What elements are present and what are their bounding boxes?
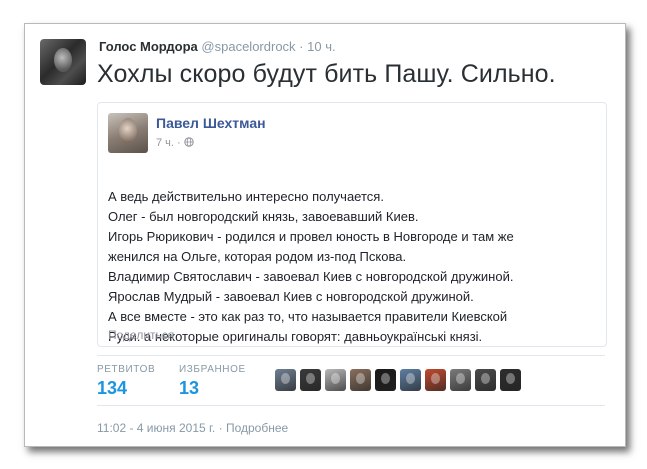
quoted-line: Руси. а некоторые оригиналы говорят: дав… bbox=[108, 329, 483, 344]
quoted-line: Владимир Святославич - завоевал Киев с н… bbox=[108, 269, 514, 284]
quoted-line: Ярослав Мудрый - завоевал Киев с новгоро… bbox=[108, 289, 474, 304]
tweet-footer: 11:02 - 4 июня 2015 г. · Подробнее bbox=[97, 421, 288, 435]
author-avatar[interactable] bbox=[40, 39, 86, 85]
quoted-line: Игорь Рюрикович - родился и провел юност… bbox=[108, 229, 514, 244]
favorites-count[interactable]: 13 bbox=[179, 378, 199, 399]
person-avatar[interactable] bbox=[400, 369, 421, 391]
quoted-post[interactable]: Павел Шехтман 7 ч. · А ведь действительн… bbox=[97, 102, 607, 347]
city-skyline-avatar[interactable] bbox=[275, 369, 296, 391]
quoted-post-meta: 7 ч. · bbox=[156, 137, 194, 149]
person-avatar[interactable] bbox=[425, 369, 446, 391]
retweets-label[interactable]: РЕТВИТОВ bbox=[97, 364, 155, 375]
quoted-post-time[interactable]: 7 ч. bbox=[156, 137, 174, 149]
tweet-datetime: 11:02 - 4 июня 2015 г. bbox=[97, 421, 216, 435]
tweet-time[interactable]: 10 ч. bbox=[307, 39, 335, 54]
footer-separator: · bbox=[218, 421, 223, 435]
dark-logo-avatar[interactable] bbox=[375, 369, 396, 391]
retweets-count[interactable]: 134 bbox=[97, 378, 127, 399]
author-name[interactable]: Голос Мордора bbox=[99, 39, 198, 54]
person-avatar[interactable] bbox=[450, 369, 471, 391]
quoted-meta-separator: · bbox=[177, 137, 181, 149]
stats-divider-bottom bbox=[97, 405, 605, 406]
tweet-header: Голос Мордора @spacelordrock · 10 ч. bbox=[99, 39, 336, 54]
author-handle[interactable]: @spacelordrock bbox=[201, 39, 295, 54]
quoted-line: женился на Ольге, которая родом из-под П… bbox=[108, 249, 407, 264]
person-avatar[interactable] bbox=[300, 369, 321, 391]
favorites-label[interactable]: ИЗБРАННОЕ bbox=[179, 364, 246, 375]
quoted-line: А все вместе - это как раз то, что назыв… bbox=[108, 309, 508, 324]
tweet-card: Голос Мордора @spacelordrock · 10 ч. Хох… bbox=[24, 23, 626, 447]
person-avatar[interactable] bbox=[475, 369, 496, 391]
stats-divider-top bbox=[97, 355, 605, 356]
person-avatar[interactable] bbox=[350, 369, 371, 391]
globe-icon bbox=[184, 137, 194, 147]
moon-avatar[interactable] bbox=[500, 369, 521, 391]
header-separator: · bbox=[299, 39, 304, 54]
quoted-post-body: А ведь действительно интересно получаетс… bbox=[108, 187, 603, 347]
quoted-author-avatar[interactable] bbox=[108, 113, 148, 153]
quoted-line: Олег - был новгородский князь, завоевавш… bbox=[108, 209, 419, 224]
quoted-line: А ведь действительно интересно получаетс… bbox=[108, 189, 384, 204]
quoted-author-name[interactable]: Павел Шехтман bbox=[156, 115, 266, 131]
share-link[interactable]: Поделиться bbox=[108, 328, 174, 342]
person-avatar[interactable] bbox=[325, 369, 346, 391]
details-link[interactable]: Подробнее bbox=[226, 421, 288, 435]
tweet-text: Хохлы скоро будут бить Пашу. Сильно. bbox=[97, 60, 556, 88]
